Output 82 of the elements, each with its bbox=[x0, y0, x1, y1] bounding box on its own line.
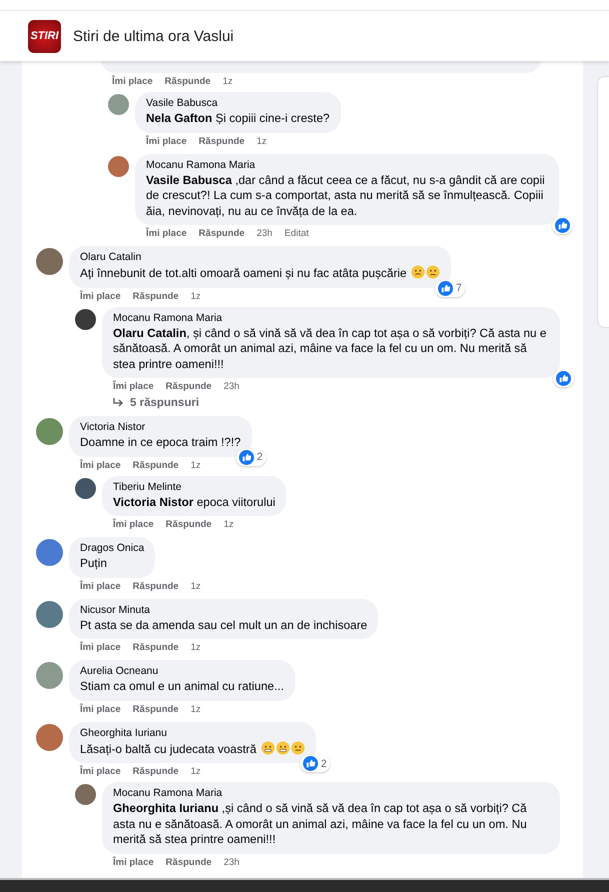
avatar[interactable] bbox=[75, 478, 96, 498]
reply-link[interactable]: Răspunde bbox=[166, 381, 212, 392]
comment-author[interactable]: Tiberiu Melinte bbox=[113, 480, 276, 492]
avatar[interactable] bbox=[36, 248, 63, 275]
like-link[interactable]: Îmi place bbox=[113, 856, 154, 868]
like-link[interactable]: Îmi place bbox=[80, 766, 121, 777]
timestamp: 1z bbox=[190, 290, 201, 302]
comment-text: Stiam ca omul e un animal cu ratiune... bbox=[80, 679, 284, 694]
like-link[interactable]: Îmi place bbox=[113, 519, 154, 530]
emoji-icon bbox=[410, 265, 425, 279]
page-logo[interactable]: STIRI bbox=[28, 20, 61, 52]
reply-link[interactable]: Răspunde bbox=[198, 228, 245, 239]
timestamp: 1z bbox=[190, 642, 201, 653]
emoji-icon bbox=[290, 740, 305, 754]
reply-link[interactable]: Răspunde bbox=[164, 76, 211, 87]
emoji-icon bbox=[260, 740, 275, 754]
like-link[interactable]: Îmi place bbox=[80, 704, 121, 714]
timestamp: 23h bbox=[224, 856, 240, 868]
view-replies-link[interactable]: 5 răspunsuri bbox=[102, 392, 560, 409]
timestamp: 1z bbox=[190, 460, 201, 470]
comment-text: Victoria Nistor epoca viitorului bbox=[113, 494, 276, 510]
comment-text: Olaru Catalin, și când o să vină să vă dea în cap tot așa o să vorbiți? Că asta nu e sănătoasă. A omorât un animal azi, mâine va face la fel cu un om. Nu merită să stea printre oameni!!! bbox=[113, 326, 548, 372]
reaction-badge[interactable] bbox=[553, 370, 574, 387]
comment-text: Lăsați-o baltă cu judecata voastră bbox=[80, 740, 305, 757]
comment-text: Vasile Babusca ,dar când a făcut ceea ce a făcut, nu s-a gândit că are copii de crescut?! La cum s-a comportat, asta nu merită să se înmulțească. Copiii ăia, nevinovați, nu au ce învăța de la ea. bbox=[146, 172, 546, 219]
emoji-icon bbox=[426, 265, 440, 279]
timestamp: 1z bbox=[190, 704, 201, 714]
like-icon bbox=[302, 756, 318, 771]
like-icon bbox=[555, 218, 570, 233]
like-icon bbox=[238, 450, 254, 464]
like-link[interactable]: Îmi place bbox=[80, 580, 121, 592]
timestamp: 23h bbox=[224, 381, 240, 392]
reaction-badge[interactable]: 2 bbox=[236, 448, 266, 466]
reply-link[interactable]: Răspunde bbox=[198, 136, 245, 146]
edited-label: Editat bbox=[284, 228, 309, 239]
reply-arrow-icon bbox=[113, 398, 124, 408]
timestamp: 23h bbox=[256, 228, 272, 239]
comment-author[interactable]: Dragos Onica bbox=[80, 542, 144, 554]
reply-link[interactable]: Răspunde bbox=[132, 580, 179, 592]
like-link[interactable]: Îmi place bbox=[80, 642, 121, 653]
comment-author[interactable]: Vasile Babusca bbox=[146, 97, 330, 109]
like-link[interactable]: Îmi place bbox=[80, 290, 121, 302]
comment-author[interactable]: Olaru Catalin bbox=[80, 251, 440, 263]
comment-text: Pt asta se da amenda sau cel mult un an de inchisoare bbox=[80, 618, 368, 633]
timestamp: 1z bbox=[190, 766, 201, 777]
page-title[interactable]: Stiri de ultima ora Vaslui bbox=[73, 28, 234, 44]
like-icon bbox=[438, 280, 454, 296]
reply-link[interactable]: Răspunde bbox=[132, 704, 179, 714]
reply-link[interactable]: Răspunde bbox=[132, 766, 179, 777]
comment-author[interactable]: Mocanu Ramona Maria bbox=[113, 312, 549, 324]
comment-author[interactable]: Mocanu Ramona Maria bbox=[146, 158, 548, 170]
comment-author[interactable]: Mocanu Ramona Maria bbox=[113, 787, 549, 799]
reply-link[interactable]: Răspunde bbox=[132, 290, 179, 302]
like-link[interactable]: Îmi place bbox=[112, 76, 153, 87]
reaction-badge[interactable]: 2 bbox=[300, 755, 330, 772]
like-icon bbox=[556, 371, 571, 386]
comment-author[interactable]: Aurelia Ocneanu bbox=[80, 665, 284, 677]
reply-link[interactable]: Răspunde bbox=[166, 519, 212, 530]
like-link[interactable]: Îmi place bbox=[113, 381, 154, 392]
timestamp: 1z bbox=[256, 136, 267, 146]
avatar[interactable] bbox=[75, 308, 96, 330]
like-link[interactable]: Îmi place bbox=[80, 460, 121, 470]
comment-author[interactable]: Gheorghita Iurianu bbox=[80, 726, 305, 738]
reply-link[interactable]: Răspunde bbox=[132, 642, 179, 653]
reply-link[interactable]: Răspunde bbox=[132, 460, 179, 470]
comment-text: Gheorghita Iurianu ,și când o să vină să vă dea în cap tot așa o să vorbiți? Că asta nu e sănătoasă. A omorât un animal azi, mâine va face la fel cu un om. Nu merită să stea printre oameni!!! bbox=[113, 801, 528, 848]
comment-author[interactable]: Victoria Nistor bbox=[80, 421, 241, 433]
emoji-icon bbox=[276, 740, 290, 754]
reaction-badge[interactable]: 7 bbox=[435, 280, 465, 296]
comment-text: Puțin bbox=[80, 556, 108, 572]
avatar[interactable] bbox=[75, 784, 96, 805]
reply-link[interactable]: Răspunde bbox=[166, 856, 212, 868]
comment-author[interactable]: Nicusor Minuta bbox=[80, 604, 368, 616]
comment-text: Doamne in ce epoca traim !?!? bbox=[80, 435, 241, 450]
timestamp: 1z bbox=[190, 580, 201, 592]
like-link[interactable]: Îmi place bbox=[146, 228, 187, 239]
like-link[interactable]: Îmi place bbox=[146, 136, 187, 146]
reaction-badge[interactable] bbox=[552, 217, 573, 234]
timestamp: 1z bbox=[224, 519, 234, 530]
comment-text: Ați înnebunit de tot.alti omoară oameni și nu fac atâta pușcărie bbox=[80, 265, 440, 282]
comment-text: Nela Gafton Și copiii cine-i creste? bbox=[146, 111, 330, 126]
timestamp: 1z bbox=[222, 76, 233, 87]
